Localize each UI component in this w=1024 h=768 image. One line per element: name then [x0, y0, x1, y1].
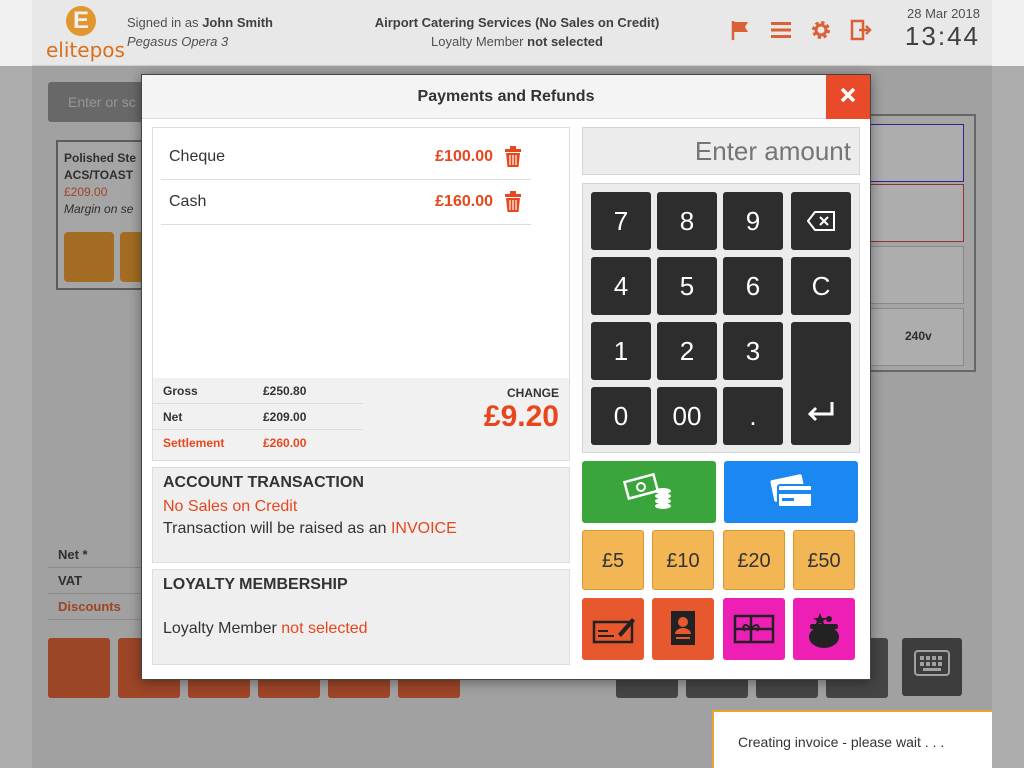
- backspace-icon: [806, 211, 835, 231]
- trash-icon[interactable]: [503, 191, 523, 213]
- key-8[interactable]: 8: [657, 192, 717, 250]
- payment-row[interactable]: Cheque £100.00: [161, 136, 531, 180]
- key-9[interactable]: 9: [723, 192, 783, 250]
- payments-list: Cheque £100.00 Cash £160.00 Gross £250.8…: [152, 127, 570, 461]
- key-5[interactable]: 5: [657, 257, 717, 315]
- key-0[interactable]: 0: [591, 387, 651, 445]
- settlement-row: Settlement £260.00: [153, 430, 363, 456]
- pot-of-gold-icon: [809, 613, 839, 648]
- close-button[interactable]: [826, 75, 870, 119]
- loyalty-line: Loyalty Member not selected: [163, 620, 559, 638]
- gift-card-icon: [733, 614, 775, 644]
- payment-row[interactable]: Cash £160.00: [161, 181, 531, 225]
- key-3[interactable]: 3: [723, 322, 783, 380]
- loyalty-panel: LOYALTY MEMBERSHIP Loyalty Member not se…: [152, 569, 570, 665]
- card-payment-button[interactable]: [724, 461, 858, 523]
- account-status: No Sales on Credit: [163, 498, 298, 515]
- gross-value: £250.80: [263, 384, 307, 398]
- gift-card-button[interactable]: [723, 598, 785, 660]
- clear-key[interactable]: C: [791, 257, 851, 315]
- net-row: Net £209.00: [153, 404, 363, 430]
- change-label: CHANGE: [506, 386, 559, 400]
- key-00[interactable]: 00: [657, 387, 717, 445]
- settlement-value: £260.00: [263, 436, 307, 450]
- enter-key[interactable]: [791, 322, 851, 445]
- gross-label: Gross: [163, 384, 198, 398]
- account-line: Transaction will be raised as an INVOICE: [163, 520, 559, 538]
- totals-panel: Gross £250.80 Net £209.00 Settlement £26…: [153, 378, 569, 460]
- status-toast-text: Creating invoice - please wait . . .: [738, 734, 945, 750]
- cheque-icon: [592, 618, 635, 644]
- payment-method-name: Cheque: [169, 148, 226, 165]
- account-card-icon: [671, 611, 695, 645]
- key-6[interactable]: 6: [723, 257, 783, 315]
- backspace-key[interactable]: [791, 192, 851, 250]
- account-line-type: INVOICE: [390, 520, 457, 537]
- key-4[interactable]: 4: [591, 257, 651, 315]
- key-2[interactable]: 2: [657, 322, 717, 380]
- loyalty-line-prefix: Loyalty Member: [163, 620, 277, 637]
- quick-amount-10-button[interactable]: £10: [652, 530, 714, 590]
- change-value: £9.20: [483, 400, 559, 433]
- status-toast: Creating invoice - please wait . . .: [712, 710, 992, 768]
- keypad: 7 8 9 4 5 6 C 1 2 3 0 00 .: [582, 183, 860, 453]
- net-value: £209.00: [263, 410, 307, 424]
- cash-icon: [622, 472, 671, 509]
- settlement-label: Settlement: [163, 436, 225, 450]
- payment-method-name: Cash: [169, 193, 207, 210]
- quick-amount-5-button[interactable]: £5: [582, 530, 644, 590]
- cheque-payment-button[interactable]: [582, 598, 644, 660]
- gross-row: Gross £250.80: [153, 378, 363, 404]
- card-icon: [770, 474, 813, 508]
- quick-amount-20-button[interactable]: £20: [723, 530, 785, 590]
- loyalty-points-button[interactable]: [793, 598, 855, 660]
- enter-icon: [807, 402, 834, 422]
- close-icon: [840, 87, 856, 103]
- key-decimal[interactable]: .: [723, 387, 783, 445]
- account-payment-button[interactable]: [652, 598, 714, 660]
- payment-amount: £100.00: [435, 148, 493, 165]
- account-title: ACCOUNT TRANSACTION: [163, 474, 364, 491]
- cash-payment-button[interactable]: [582, 461, 716, 523]
- account-transaction-panel: ACCOUNT TRANSACTION No Sales on Credit T…: [152, 467, 570, 563]
- modal-title: Payments and Refunds: [142, 75, 870, 119]
- payments-modal: Payments and Refunds Cheque £100.00 Cash…: [141, 74, 871, 680]
- amount-input[interactable]: [582, 127, 860, 175]
- key-1[interactable]: 1: [591, 322, 651, 380]
- quick-amount-50-button[interactable]: £50: [793, 530, 855, 590]
- trash-icon[interactable]: [503, 146, 523, 168]
- net-label: Net: [163, 410, 183, 424]
- payment-amount: £160.00: [435, 193, 493, 210]
- loyalty-title: LOYALTY MEMBERSHIP: [163, 576, 348, 593]
- account-line-prefix: Transaction will be raised as an: [163, 520, 387, 537]
- loyalty-line-status: not selected: [281, 620, 368, 637]
- key-7[interactable]: 7: [591, 192, 651, 250]
- top-dim-overlay: [0, 0, 1024, 66]
